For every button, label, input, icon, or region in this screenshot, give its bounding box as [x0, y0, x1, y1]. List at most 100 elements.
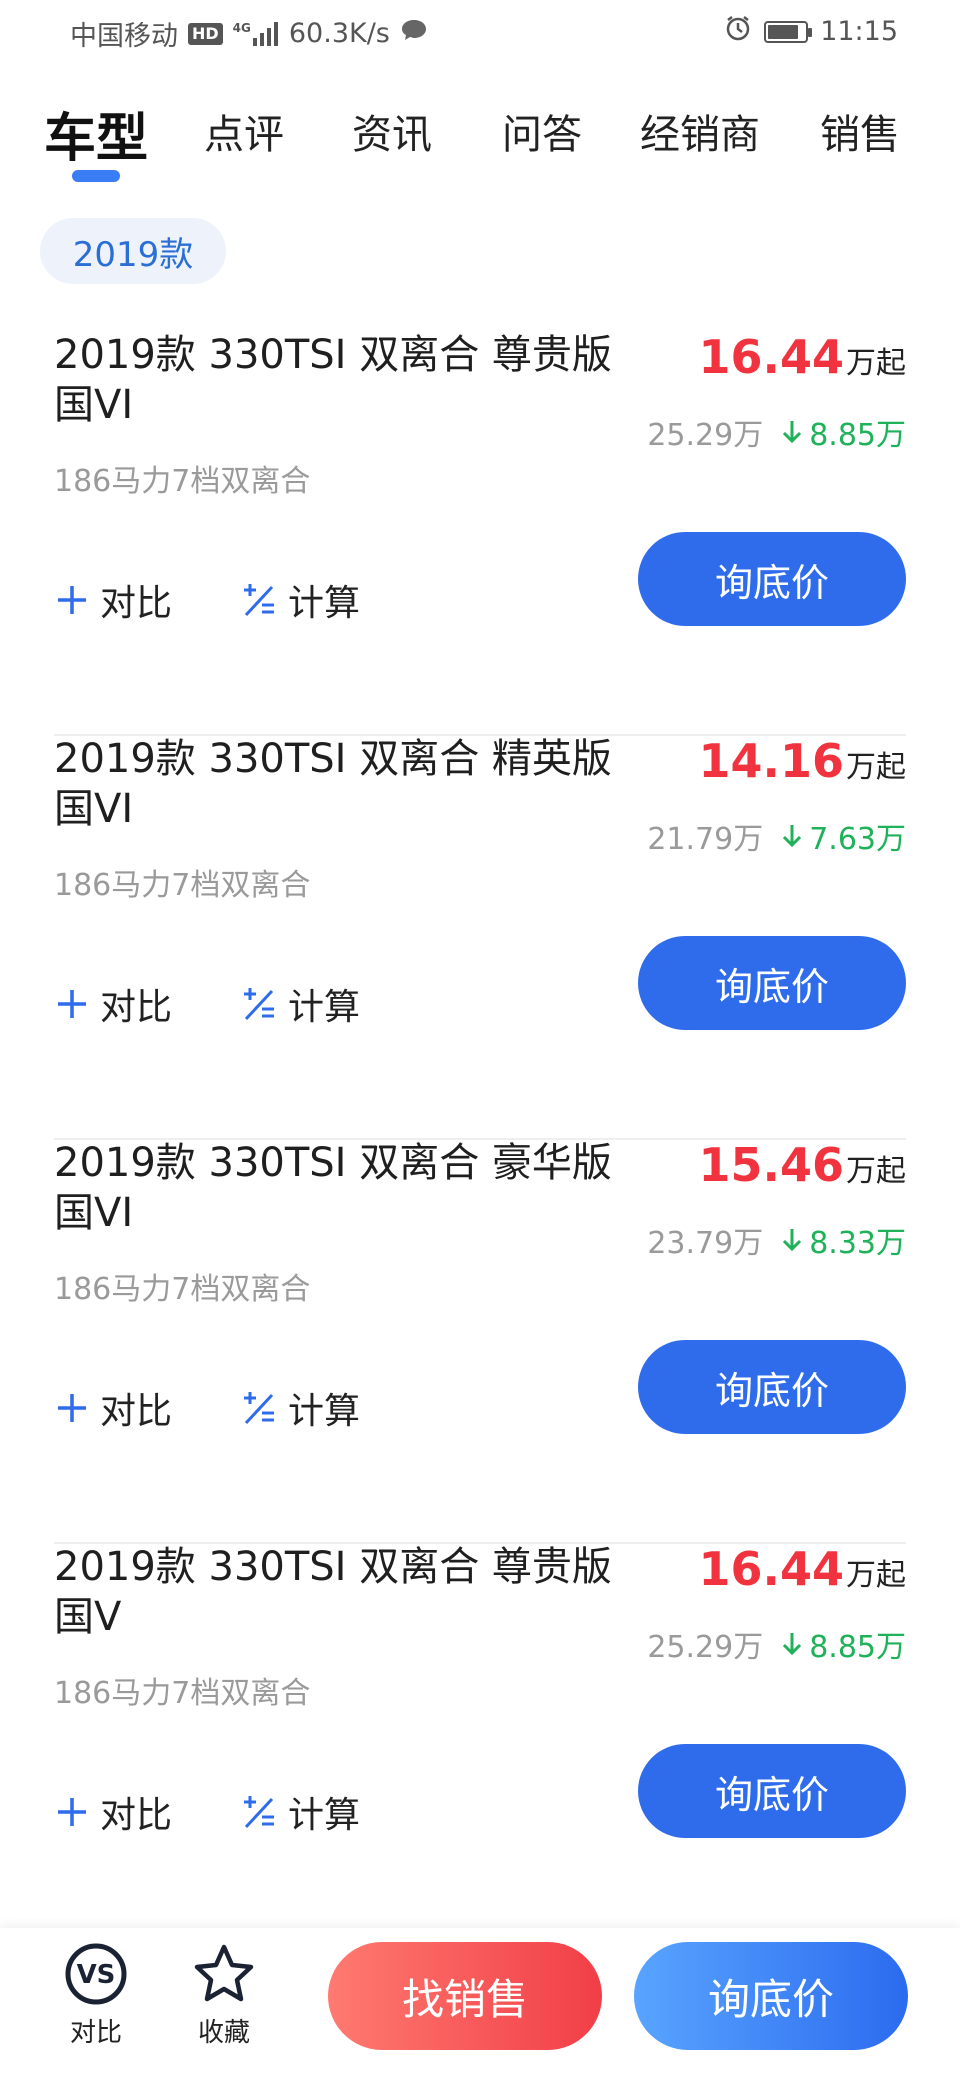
vs-icon: VS — [65, 1943, 127, 2005]
model-card: 2019款 330TSI 双离合 豪华版 国VI 186马力7档双离合 15.4… — [54, 1138, 906, 1544]
calculate-button[interactable]: 计算 — [240, 1382, 360, 1434]
calculate-label: 计算 — [288, 1795, 361, 1836]
price-row: 16.44 万起 — [698, 330, 906, 384]
compare-tab-button[interactable]: VS 对比 — [46, 1942, 146, 2049]
price-compare-row: 25.29万 8.85万 — [647, 410, 906, 454]
price-drop-value: 8.85万 — [809, 418, 906, 453]
compare-button[interactable]: 对比 — [54, 978, 172, 1030]
year-filter-chip[interactable]: 2019款 — [40, 218, 226, 284]
calculate-label: 计算 — [288, 987, 361, 1028]
inquiry-price-button[interactable]: 询底价 — [638, 1340, 906, 1434]
arrow-down-icon — [783, 1229, 802, 1252]
tab-qa[interactable]: 问答 — [502, 102, 582, 160]
model-card: 2019款 330TSI 双离合 精英版 国VI 186马力7档双离合 14.1… — [54, 734, 906, 1140]
model-title: 2019款 330TSI 双离合 豪华版 国VI — [54, 1140, 612, 1236]
signal-icon: 4G — [232, 20, 279, 46]
battery-icon — [764, 20, 813, 43]
price-drop: 8.85万 — [781, 410, 906, 454]
compare-button[interactable]: 对比 — [54, 1786, 172, 1838]
price-drop: 7.63万 — [781, 814, 906, 858]
arrow-down-icon — [783, 421, 802, 444]
price-compare-row: 25.29万 8.85万 — [647, 1622, 906, 1666]
star-icon — [194, 1944, 254, 2002]
inquiry-price-button[interactable]: 询底价 — [638, 1744, 906, 1838]
price-suffix: 万起 — [846, 750, 906, 785]
price-suffix: 万起 — [846, 1154, 906, 1189]
plus-icon — [58, 1798, 86, 1826]
model-card: 2019款 330TSI 双离合 尊贵版 国V 186马力7档双离合 16.44… — [54, 1542, 906, 1948]
status-right: 11:15 — [724, 14, 898, 49]
original-price: 23.79万 — [647, 1226, 764, 1261]
model-title: 2019款 330TSI 双离合 精英版 国VI — [54, 736, 612, 832]
tab-reviews[interactable]: 点评 — [204, 102, 284, 160]
calculator-icon — [244, 1392, 274, 1425]
carrier-name: 中国移动 — [70, 21, 178, 52]
compare-label: 对比 — [100, 1391, 173, 1432]
dealer-price: 16.44 — [698, 1542, 844, 1596]
tab-sales[interactable]: 销售 — [820, 102, 900, 160]
arrow-down-icon — [783, 825, 802, 848]
tab-news[interactable]: 资讯 — [352, 102, 432, 160]
battery-level — [768, 24, 799, 39]
calculate-button[interactable]: 计算 — [240, 574, 360, 626]
model-title: 2019款 330TSI 双离合 尊贵版 国V — [54, 1544, 612, 1640]
clock-time: 11:15 — [820, 16, 898, 47]
price-drop-value: 7.63万 — [809, 822, 906, 857]
alarm-icon — [724, 14, 752, 49]
favorite-label: 收藏 — [197, 2018, 250, 2048]
price-compare-row: 21.79万 7.63万 — [647, 814, 906, 858]
price-drop-value: 8.33万 — [809, 1226, 906, 1261]
model-title: 2019款 330TSI 双离合 尊贵版 国VI — [54, 332, 612, 428]
calculator-icon — [244, 1796, 274, 1829]
price-compare-row: 23.79万 8.33万 — [647, 1218, 906, 1262]
price-suffix: 万起 — [846, 1558, 906, 1593]
model-spec: 186马力7档双离合 — [54, 464, 311, 499]
compare-button[interactable]: 对比 — [54, 574, 172, 626]
compare-tab-label: 对比 — [69, 2018, 122, 2048]
price-row: 16.44 万起 — [698, 1542, 906, 1596]
model-spec: 186马力7档双离合 — [54, 1676, 311, 1711]
calculate-label: 计算 — [288, 583, 361, 624]
price-row: 15.46 万起 — [698, 1138, 906, 1192]
find-sales-button[interactable]: 找销售 — [328, 1942, 602, 2050]
calculate-button[interactable]: 计算 — [240, 1786, 360, 1838]
original-price: 21.79万 — [647, 822, 764, 857]
calculate-label: 计算 — [288, 1391, 361, 1432]
price-row: 14.16 万起 — [698, 734, 906, 788]
dealer-price: 14.16 — [698, 734, 844, 788]
active-tab-indicator — [72, 170, 120, 182]
chat-bubble-icon — [400, 18, 428, 49]
calculator-icon — [244, 584, 274, 617]
price-suffix: 万起 — [846, 346, 906, 381]
favorite-button[interactable]: 收藏 — [174, 1942, 274, 2049]
calculator-icon — [244, 988, 274, 1021]
network-type: 4G — [232, 20, 251, 35]
dealer-price: 16.44 — [698, 330, 844, 384]
plus-icon — [58, 1394, 86, 1422]
vs-icon-text: VS — [77, 1960, 116, 1990]
price-drop: 8.33万 — [781, 1218, 906, 1262]
top-tab-bar: 车型 点评 资讯 问答 经销商 销售 — [0, 96, 960, 206]
arrow-down-icon — [783, 1633, 802, 1656]
inquiry-price-button[interactable]: 询底价 — [638, 532, 906, 626]
status-left: 中国移动 HD 4G 60.3K/s — [70, 14, 428, 53]
network-speed: 60.3K/s — [288, 18, 390, 49]
compare-button[interactable]: 对比 — [54, 1382, 172, 1434]
status-bar: 中国移动 HD 4G 60.3K/s 11:15 — [0, 0, 960, 66]
compare-label: 对比 — [100, 1795, 173, 1836]
original-price: 25.29万 — [647, 1630, 764, 1665]
original-price: 25.29万 — [647, 418, 764, 453]
inquiry-price-button[interactable]: 询底价 — [638, 936, 906, 1030]
plus-icon — [58, 990, 86, 1018]
tab-dealers[interactable]: 经销商 — [640, 102, 760, 160]
model-spec: 186马力7档双离合 — [54, 1272, 311, 1307]
calculate-button[interactable]: 计算 — [240, 978, 360, 1030]
tab-models[interactable]: 车型 — [44, 96, 148, 171]
plus-icon — [58, 586, 86, 614]
bottom-inquiry-button[interactable]: 询底价 — [634, 1942, 908, 2050]
price-drop: 8.85万 — [781, 1622, 906, 1666]
model-spec: 186马力7档双离合 — [54, 868, 311, 903]
bottom-action-bar: VS 对比 收藏 找销售 询底价 — [0, 1928, 960, 2080]
model-card: 2019款 330TSI 双离合 尊贵版 国VI 186马力7档双离合 16.4… — [54, 330, 906, 736]
hd-badge: HD — [188, 22, 223, 45]
